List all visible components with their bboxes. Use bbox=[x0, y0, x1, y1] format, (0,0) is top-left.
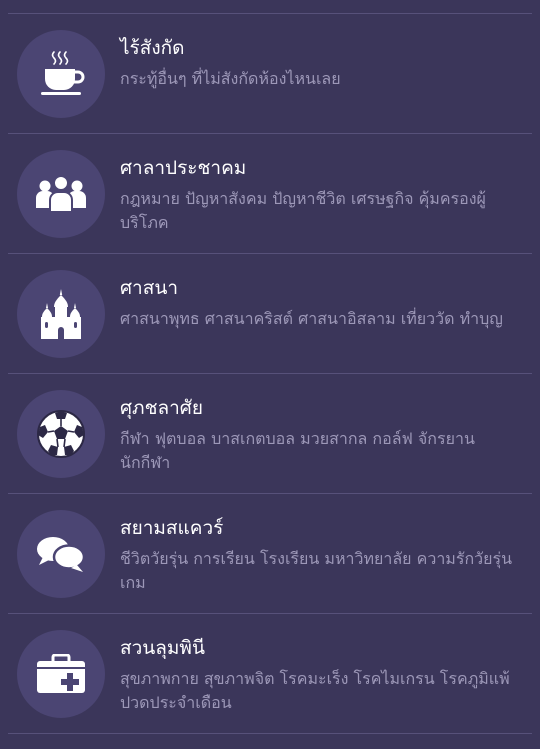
first-aid-kit-icon bbox=[17, 630, 105, 718]
forum-description: ชีวิตวัยรุ่น การเรียน โรงเรียน มหาวิทยาล… bbox=[120, 549, 513, 592]
forum-description: สุขภาพกาย สุขภาพจิต โรคมะเร็ง โรคไมเกรน … bbox=[120, 669, 510, 712]
forum-item-no-affiliation[interactable]: ไร้สังกัด กระทู้อื่นๆ ที่ไม่สังกัดห้องไห… bbox=[8, 14, 532, 134]
forum-description: กีฬา ฟุตบอล บาสเกตบอล มวยสากล กอล์ฟ จักร… bbox=[120, 429, 475, 472]
forum-description: ศาสนาพุทธ ศาสนาคริสต์ ศาสนาอิสลาม เที่ยว… bbox=[120, 309, 503, 328]
forum-description: กระทู้อื่นๆ ที่ไม่สังกัดห้องไหนเลย bbox=[120, 69, 341, 88]
soccer-ball-icon bbox=[17, 390, 105, 478]
forum-title: ศุภชลาศัย bbox=[120, 397, 203, 419]
forum-description: กฎหมาย ปัญหาสังคม ปัญหาชีวิต เศรษฐกิจ คุ… bbox=[120, 189, 486, 232]
forum-item-lumpini-park[interactable]: สวนลุมพินี สุขภาพกาย สุขภาพจิต โรคมะเร็ง… bbox=[8, 614, 532, 734]
chat-bubbles-icon bbox=[17, 510, 105, 598]
forum-title: ศาลาประชาคม bbox=[120, 157, 247, 179]
forum-item-siam-square[interactable]: สยามสแควร์ ชีวิตวัยรุ่น การเรียน โรงเรีย… bbox=[8, 494, 532, 614]
forum-title: สยามสแควร์ bbox=[120, 517, 224, 539]
forum-item-sports[interactable]: ศุภชลาศัย กีฬา ฟุตบอล บาสเกตบอล มวยสากล … bbox=[8, 374, 532, 494]
people-group-icon bbox=[17, 150, 105, 238]
forum-item-religion[interactable]: ศาสนา ศาสนาพุทธ ศาสนาคริสต์ ศาสนาอิสลาม … bbox=[8, 254, 532, 374]
forum-title: ศาสนา bbox=[120, 277, 178, 299]
forum-title: สวนลุมพินี bbox=[120, 637, 205, 659]
forum-item-community-hall[interactable]: ศาลาประชาคม กฎหมาย ปัญหาสังคม ปัญหาชีวิต… bbox=[8, 134, 532, 254]
temple-icon bbox=[17, 270, 105, 358]
forum-list: ไร้สังกัด กระทู้อื่นๆ ที่ไม่สังกัดห้องไห… bbox=[0, 14, 540, 734]
coffee-cup-icon bbox=[17, 30, 105, 118]
forum-title: ไร้สังกัด bbox=[120, 37, 185, 59]
